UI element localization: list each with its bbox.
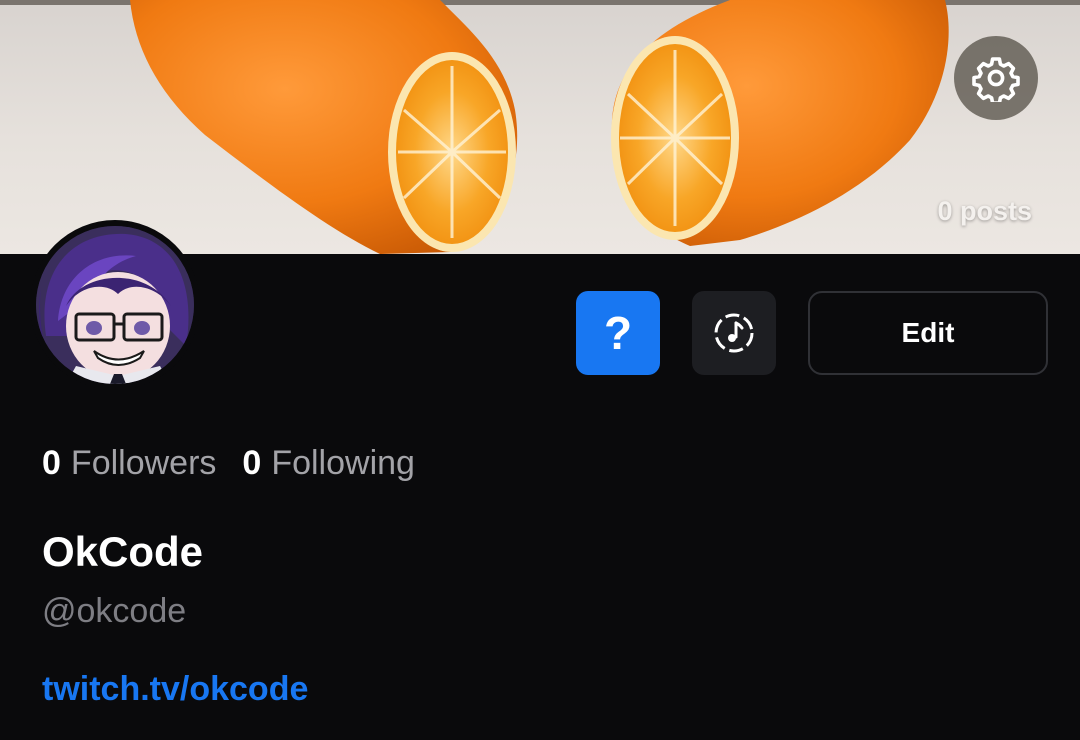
question-icon: ? xyxy=(603,307,633,359)
following-label: Following xyxy=(271,444,415,482)
profile-page: 0 posts ? Edit 0 Followers 0 Following O… xyxy=(0,0,1080,740)
avatar[interactable] xyxy=(30,220,200,390)
music-note-icon xyxy=(714,313,754,353)
gear-icon xyxy=(972,57,1020,102)
followers-label: Followers xyxy=(70,444,217,482)
following-stat[interactable]: 0 Following xyxy=(242,444,415,483)
settings-button[interactable] xyxy=(954,36,1038,120)
followers-stat[interactable]: 0 Followers xyxy=(42,444,216,483)
follow-stats: 0 Followers 0 Following xyxy=(42,444,441,483)
help-button[interactable]: ? xyxy=(576,291,660,375)
banner-image xyxy=(130,0,949,254)
posts-count: 0 posts xyxy=(937,196,1032,226)
profile-link[interactable]: twitch.tv/okcode xyxy=(42,670,308,709)
followers-count: 0 xyxy=(42,444,61,482)
avatar-image xyxy=(36,226,194,384)
music-button[interactable] xyxy=(692,291,776,375)
following-count: 0 xyxy=(242,444,262,482)
display-name: OkCode xyxy=(42,528,204,575)
edit-profile-button[interactable]: Edit xyxy=(808,291,1048,375)
username-handle: @okcode xyxy=(42,592,187,630)
profile-banner[interactable]: 0 posts xyxy=(0,0,1080,254)
